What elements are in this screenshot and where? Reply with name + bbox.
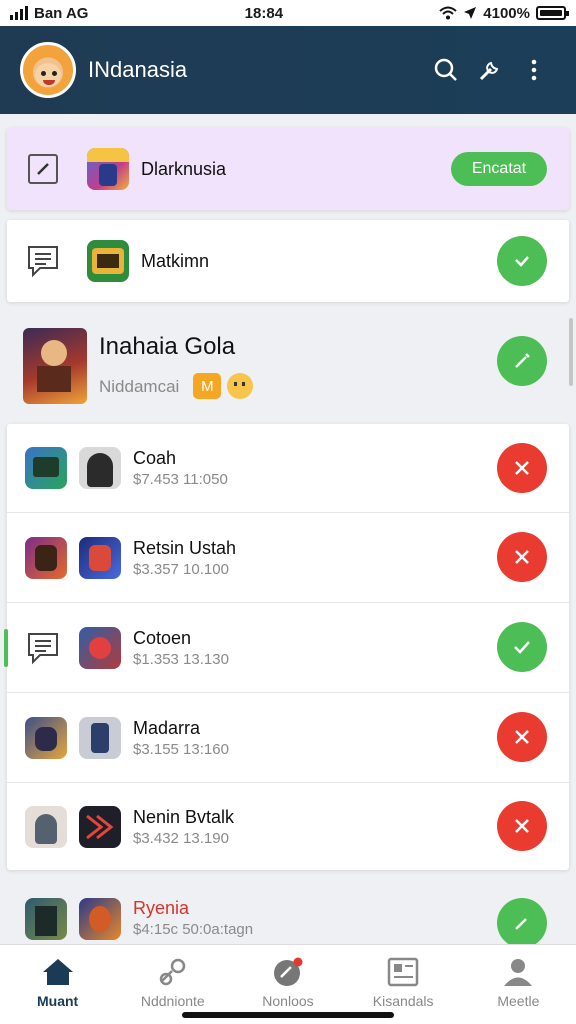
item-detail: $3.155 13:160 — [133, 740, 229, 758]
nav-profile[interactable]: Meetle — [463, 945, 573, 1024]
close-icon — [515, 550, 529, 564]
location-icon — [464, 7, 477, 19]
nav-label: Muant — [36, 993, 79, 1009]
close-icon — [515, 461, 529, 475]
pencil-icon — [515, 918, 527, 930]
item-name: Dlarknusia — [141, 158, 227, 179]
remove-button[interactable] — [497, 712, 547, 762]
avatar[interactable] — [20, 42, 76, 98]
game-thumbnail — [79, 626, 121, 669]
item-detail: $4:15c 50:0a:tagn — [133, 921, 254, 938]
nav-label: Kisandals — [372, 993, 434, 1009]
link-icon — [159, 958, 186, 986]
list-item[interactable]: Dlarknusia Encatat — [7, 128, 569, 210]
tools-icon[interactable] — [468, 48, 512, 92]
notification-icon — [273, 957, 303, 986]
list-item[interactable]: Madarra $3.155 13:160 — [7, 693, 569, 782]
signal-icon — [10, 6, 28, 20]
scrollbar[interactable] — [569, 318, 573, 386]
edit-button[interactable] — [497, 336, 547, 386]
badge: M — [193, 373, 222, 399]
pencil-icon — [515, 353, 530, 368]
list-item[interactable]: Coah $7.453 11:050 — [7, 424, 569, 512]
item-detail: $3.432 13.190 — [133, 829, 229, 847]
home-icon — [42, 959, 73, 985]
game-thumbnail — [25, 716, 67, 759]
game-thumbnail — [79, 805, 121, 848]
list-item[interactable]: Ryenia $4:15c 50:0a:tagn — [7, 886, 569, 944]
item-name: Cotoen — [133, 627, 192, 648]
page-title: INdanasia — [88, 57, 188, 82]
accept-button[interactable] — [497, 622, 547, 672]
game-thumbnail — [25, 805, 67, 848]
search-icon[interactable] — [424, 48, 468, 92]
edit-button[interactable] — [497, 898, 547, 944]
item-detail: $7.453 11:050 — [133, 471, 228, 488]
item-subtitle: Niddamcai — [99, 377, 180, 396]
remove-button[interactable] — [497, 801, 547, 851]
item-detail: $1.353 13.130 — [133, 650, 229, 668]
message-icon[interactable] — [25, 630, 61, 666]
featured-item[interactable]: Inahaia Gola Niddamcai M — [7, 316, 569, 416]
list-item[interactable]: Nenin Bvtalk $3.432 13.190 — [7, 783, 569, 870]
item-detail: $3.357 10.100 — [133, 560, 229, 578]
item-name: Retsin Ustah — [133, 537, 237, 558]
nav-label: Nonloos — [262, 993, 314, 1009]
game-thumbnail — [25, 536, 67, 579]
game-thumbnail — [79, 716, 121, 759]
game-thumbnail — [25, 447, 67, 489]
list-item[interactable]: Cotoen $1.353 13.130 — [7, 603, 569, 692]
profile-icon — [504, 959, 533, 986]
item-name: Matkimn — [141, 250, 210, 271]
remove-button[interactable] — [497, 443, 547, 493]
item-name: Coah — [133, 448, 177, 468]
clock: 18:84 — [244, 4, 284, 22]
app-header: INdanasia — [0, 26, 576, 114]
carrier-label: Ban AG — [34, 4, 89, 22]
close-icon — [515, 730, 529, 744]
edit-icon[interactable] — [25, 151, 61, 187]
game-thumbnail — [87, 240, 129, 282]
list-item[interactable]: Matkimn — [7, 220, 569, 302]
battery-percent: 4100% — [483, 4, 530, 22]
nav-label: Meetle — [497, 993, 540, 1009]
emoji-icon — [227, 373, 254, 399]
item-name: Nenin Bvtalk — [133, 806, 235, 827]
list-item[interactable]: Retsin Ustah $3.357 10.100 — [7, 513, 569, 602]
close-icon — [515, 819, 529, 833]
game-thumbnail — [79, 447, 121, 489]
game-thumbnail — [87, 148, 129, 190]
message-icon[interactable] — [25, 243, 61, 279]
game-thumbnail — [79, 898, 121, 940]
game-thumbnail — [23, 328, 87, 404]
remove-button[interactable] — [497, 532, 547, 582]
wifi-icon — [439, 6, 457, 20]
gallery-icon — [387, 957, 419, 987]
item-name: Ryenia — [133, 898, 190, 918]
game-thumbnail — [79, 536, 121, 579]
check-icon — [514, 641, 530, 654]
home-indicator[interactable] — [182, 1012, 394, 1018]
check-icon — [515, 256, 529, 267]
install-button[interactable]: Encatat — [451, 152, 547, 186]
game-thumbnail — [25, 898, 67, 940]
more-icon[interactable] — [512, 48, 556, 92]
battery-icon — [535, 6, 569, 20]
item-name: Madarra — [133, 717, 201, 738]
nav-home[interactable]: Muant — [3, 945, 113, 1024]
item-name: Inahaia Gola — [99, 333, 236, 360]
nav-label: Nddnionte — [140, 993, 205, 1009]
status-bar: Ban AG 18:84 4100% — [0, 0, 576, 26]
check-button[interactable] — [497, 236, 547, 286]
